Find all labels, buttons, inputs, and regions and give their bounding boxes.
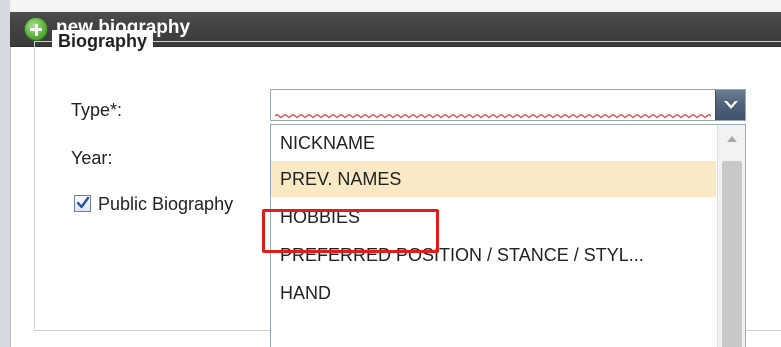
- titlebar-top-edge: [10, 0, 781, 12]
- dropdown-item[interactable]: NICKNAME: [271, 125, 716, 161]
- fieldset-legend: Biography: [52, 30, 154, 52]
- dropdown-item[interactable]: PREFERRED POSITION / STANCE / STYL...: [271, 237, 716, 273]
- dropdown-item[interactable]: HAND: [271, 275, 716, 311]
- biography-dialog: new biography Biography Type*: Year: Pub…: [10, 0, 781, 347]
- public-biography-checkbox[interactable]: [74, 195, 91, 212]
- screen: new biography Biography Type*: Year: Pub…: [0, 0, 781, 347]
- scroll-up-arrow-icon[interactable]: [726, 135, 738, 143]
- dropdown-item[interactable]: HOBBIES: [271, 199, 716, 235]
- public-biography-label[interactable]: Public Biography: [98, 193, 233, 215]
- type-label: Type*:: [71, 100, 123, 120]
- type-combobox[interactable]: [270, 89, 746, 121]
- chevron-down-icon: [724, 101, 738, 109]
- background-strip: [0, 0, 10, 347]
- checkmark-icon: [76, 196, 90, 209]
- invalid-underline: [275, 114, 711, 118]
- year-label: Year:: [71, 148, 113, 168]
- combo-dropdown-button[interactable]: [715, 90, 745, 120]
- type-dropdown-list[interactable]: NICKNAME PREV. NAMES HOBBIES PREFERRED P…: [270, 124, 746, 347]
- scrollbar-thumb[interactable]: [722, 161, 742, 347]
- dropdown-scrollbar[interactable]: [717, 125, 745, 347]
- dropdown-item-selected[interactable]: PREV. NAMES: [271, 161, 716, 197]
- add-circle-icon: [24, 17, 48, 41]
- plus-vertical: [34, 23, 38, 36]
